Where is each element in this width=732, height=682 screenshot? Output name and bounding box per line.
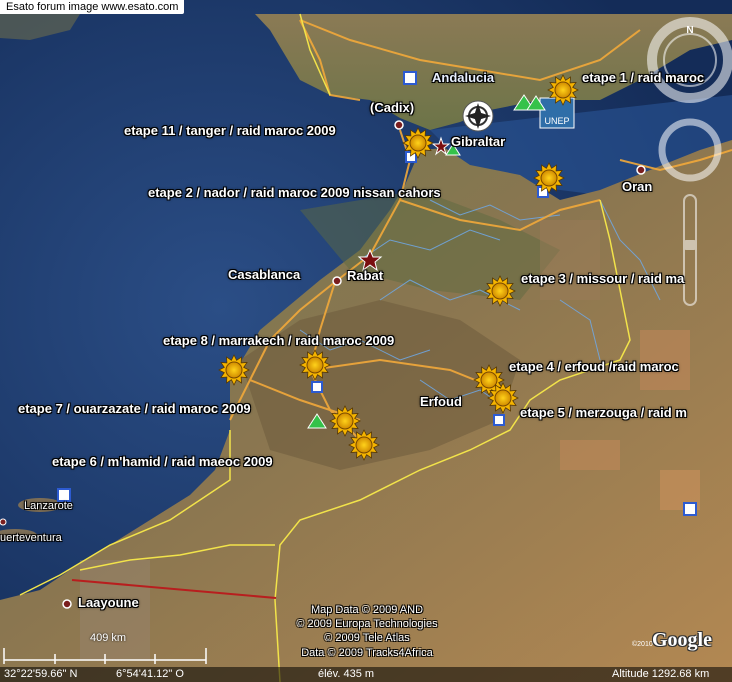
label-gibraltar: Gibraltar [451,134,506,149]
etape-11-label[interactable]: etape 11 / tanger / raid maroc 2009 [124,123,336,138]
square-placemark[interactable] [403,71,417,85]
copyright-line-2: © 2009 Europa Technologies [296,618,438,630]
unep-badge-label: UNEP [544,116,569,126]
etape-7-label[interactable]: etape 7 / ouarzazate / raid maroc 2009 [18,401,251,416]
status-longitude: 6°54'41.12" O [116,668,184,680]
etape-6-label[interactable]: etape 6 / m'hamid / raid maeoc 2009 [52,454,273,469]
copyright-line-3: © 2009 Tele Atlas [324,632,410,644]
unep-badge[interactable]: UNEP [539,97,575,129]
status-latitude: 32°22'59.66" N [4,668,78,680]
copyright-line-4: Data © 2009 Tracks4Africa [301,647,433,659]
status-elevation: élév. 435 m [318,668,375,680]
label-lanzarote: Lanzarote [24,500,73,512]
etape-3-label[interactable]: etape 3 / missour / raid ma [521,271,684,286]
target-marker-icon[interactable] [462,100,494,132]
etape-1-label[interactable]: etape 1 / raid maroc [582,70,704,85]
compass-north-label[interactable]: N [686,25,693,36]
city-dot[interactable] [62,599,72,609]
status-bar: 32°22'59.66" N 6°54'41.12" O élév. 435 m… [0,667,732,682]
status-altitude: Altitude 1292.68 km [612,668,710,680]
label-fuerteventura: uerteventura [0,532,62,544]
zoom-slider-handle[interactable] [683,240,697,250]
etape-8-label[interactable]: etape 8 / marrakech / raid maroc 2009 [163,333,394,348]
map-viewer[interactable]: UNEP N ©2010 Esato forum image www.esato… [0,0,732,682]
etape-2-label[interactable]: etape 2 / nador / raid maroc 2009 nissan… [148,185,441,200]
square-placemark[interactable] [493,414,505,426]
google-year: ©2010 [632,640,653,648]
square-placemark[interactable] [311,381,323,393]
label-erfoud: Erfoud [420,394,462,409]
desert-patch [80,560,150,660]
city-dot[interactable] [636,165,646,175]
copyright-line-1: Map Data © 2009 AND [310,604,424,616]
city-dot[interactable] [0,518,7,526]
etape-4-label[interactable]: etape 4 / erfoud /raid maroc [509,359,679,374]
label-laayoune: Laayoune [78,595,139,610]
desert-patch [560,440,620,470]
forum-watermark-bar: Esato forum image www.esato.com [0,0,185,14]
square-placemark[interactable] [683,502,697,516]
city-dot[interactable] [332,276,342,286]
label-rabat: Rabat [347,268,384,283]
scale-label: 409 km [90,632,127,644]
desert-patch [540,220,600,300]
label-oran: Oran [622,179,653,194]
label-cadix: (Cadix) [370,100,415,115]
city-dot[interactable] [394,120,404,130]
etape-5-label[interactable]: etape 5 / merzouga / raid m [520,405,687,420]
label-andalucia: Andalucia [432,70,495,85]
google-logo: Google [652,629,712,651]
label-casablanca: Casablanca [228,267,301,282]
